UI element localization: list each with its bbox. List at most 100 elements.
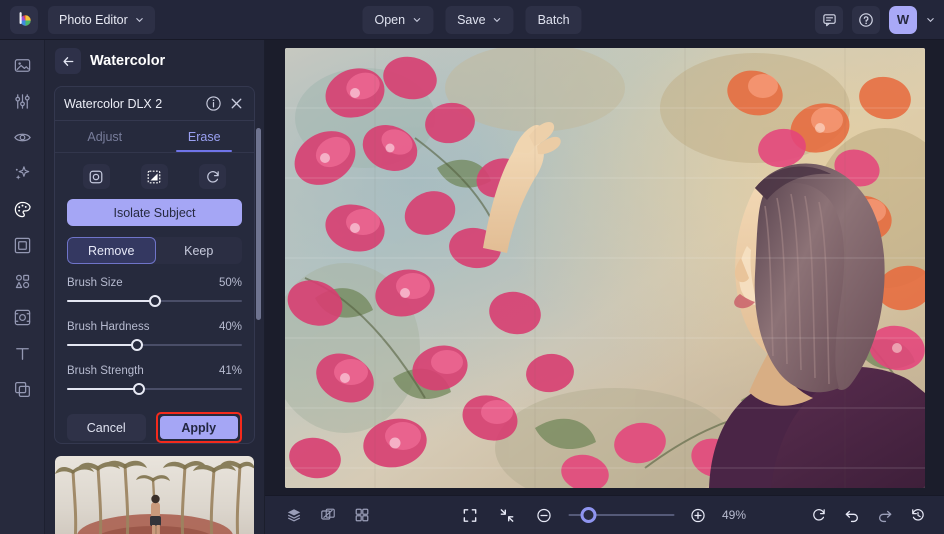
tab-erase[interactable]: Erase — [155, 121, 255, 152]
erase-mask-tool-button[interactable] — [141, 164, 168, 189]
info-circle-icon[interactable] — [205, 95, 222, 112]
page-title: Watercolor — [90, 53, 165, 69]
watercolor-portrait-image — [285, 48, 925, 488]
zoom-in-button[interactable] — [685, 503, 711, 527]
preview-thumbnail[interactable] — [55, 456, 254, 534]
zoom-controls: 49% — [457, 503, 752, 527]
brush-hardness-handle[interactable] — [131, 339, 143, 351]
redo-button[interactable] — [872, 503, 898, 527]
history-button[interactable] — [905, 503, 931, 527]
effect-tabs: Adjust Erase — [55, 121, 254, 153]
palette-icon — [13, 200, 32, 219]
edited-photo[interactable] — [285, 48, 925, 488]
apply-button[interactable]: Apply — [160, 416, 239, 439]
watercolor-palm-preview-image — [55, 456, 254, 534]
brush-strength-label: Brush Strength — [67, 365, 144, 377]
brush-strength-track[interactable] — [67, 382, 242, 396]
brush-size-track[interactable] — [67, 294, 242, 308]
avatar-initial: W — [897, 12, 909, 27]
close-icon[interactable] — [228, 95, 245, 112]
zoom-slider-handle[interactable] — [581, 507, 597, 523]
top-toolbar: Photo Editor Open Save Batch — [0, 0, 944, 40]
brush-strength-slider: Brush Strength 41% — [67, 365, 242, 396]
redo-icon — [877, 507, 893, 523]
sidebar-item-frames[interactable] — [7, 232, 38, 259]
sidebar-item-edit[interactable] — [7, 88, 38, 115]
open-button-label: Open — [374, 13, 405, 27]
undo-button[interactable] — [839, 503, 865, 527]
collapse-icon — [499, 507, 516, 524]
erase-mask-icon — [146, 169, 162, 185]
save-button-label: Save — [457, 13, 486, 27]
erase-mode-toggle: Remove Keep — [67, 237, 242, 264]
sidebar-item-layers[interactable] — [7, 376, 38, 403]
sidebar-item-artsy[interactable] — [7, 196, 38, 223]
fullscreen-button[interactable] — [457, 503, 483, 527]
back-button[interactable] — [55, 48, 81, 74]
reset-icon — [205, 169, 221, 185]
layers-panel-button[interactable] — [281, 503, 307, 527]
brush-size-label: Brush Size — [67, 277, 123, 289]
effect-card: Watercolor DLX 2 Adjust Erase — [54, 86, 255, 444]
fit-screen-button[interactable] — [494, 503, 520, 527]
brush-size-handle[interactable] — [149, 295, 161, 307]
brush-hardness-label: Brush Hardness — [67, 321, 149, 333]
sparkles-icon — [13, 164, 32, 183]
history-controls — [806, 503, 931, 527]
layers-icon — [13, 380, 32, 399]
brush-square-icon — [88, 169, 104, 185]
sidebar-item-effects[interactable] — [7, 160, 38, 187]
panel-actions: Cancel Apply — [67, 412, 242, 443]
chevron-down-icon[interactable] — [926, 15, 935, 24]
reset-view-button[interactable] — [806, 503, 832, 527]
sidebar-item-graphics[interactable] — [7, 268, 38, 295]
open-button[interactable]: Open — [362, 6, 433, 34]
cancel-button[interactable]: Cancel — [67, 414, 146, 441]
compare-button[interactable] — [315, 503, 341, 527]
brush-hardness-track[interactable] — [67, 338, 242, 352]
brush-strength-handle[interactable] — [133, 383, 145, 395]
app-switcher-button[interactable]: Photo Editor — [48, 6, 155, 34]
zoom-out-button[interactable] — [531, 503, 557, 527]
chevron-down-icon — [135, 15, 144, 24]
panel-header: Watercolor — [45, 40, 264, 82]
chat-bubble-icon[interactable] — [815, 6, 843, 34]
undo-icon — [844, 507, 860, 523]
befunky-logo-icon[interactable] — [10, 6, 38, 34]
image-icon — [13, 56, 32, 75]
brush-strength-value: 41% — [219, 365, 242, 377]
erase-tool-row — [55, 153, 254, 197]
grid-view-button[interactable] — [349, 503, 375, 527]
mode-remove-button[interactable]: Remove — [67, 237, 156, 264]
panel-scrollbar[interactable] — [256, 128, 261, 320]
tab-adjust[interactable]: Adjust — [55, 121, 155, 152]
save-button[interactable]: Save — [445, 6, 514, 34]
canvas-area — [265, 40, 944, 495]
chevron-down-icon — [493, 15, 502, 24]
sidebar-item-overlays[interactable] — [7, 304, 38, 331]
avatar[interactable]: W — [889, 6, 917, 34]
batch-button[interactable]: Batch — [526, 6, 582, 34]
minus-circle-icon — [536, 507, 553, 524]
sidebar-item-text[interactable] — [7, 340, 38, 367]
zoom-slider[interactable] — [568, 507, 674, 523]
eye-icon — [13, 128, 32, 147]
question-circle-icon[interactable] — [852, 6, 880, 34]
reset-mask-button[interactable] — [199, 164, 226, 189]
file-actions-group: Open Save Batch — [362, 6, 581, 34]
sidebar-item-touchup[interactable] — [7, 124, 38, 151]
brush-hardness-slider: Brush Hardness 40% — [67, 321, 242, 352]
mode-keep-button[interactable]: Keep — [156, 237, 243, 264]
sidebar-item-image[interactable] — [7, 52, 38, 79]
zoom-level-label: 49% — [722, 508, 752, 522]
brush-tool-button[interactable] — [83, 164, 110, 189]
app-switcher-label: Photo Editor — [59, 13, 128, 27]
effect-panel: Watercolor Watercolor DLX 2 Adjust Erase — [45, 40, 265, 534]
effect-name: Watercolor DLX 2 — [64, 97, 199, 111]
isolate-subject-button[interactable]: Isolate Subject — [67, 199, 242, 226]
bottom-toolbar: 49% — [265, 495, 944, 534]
overlay-icon — [13, 308, 32, 327]
apply-button-highlight: Apply — [156, 412, 243, 443]
frame-icon — [13, 236, 32, 255]
grid-icon — [354, 507, 370, 523]
